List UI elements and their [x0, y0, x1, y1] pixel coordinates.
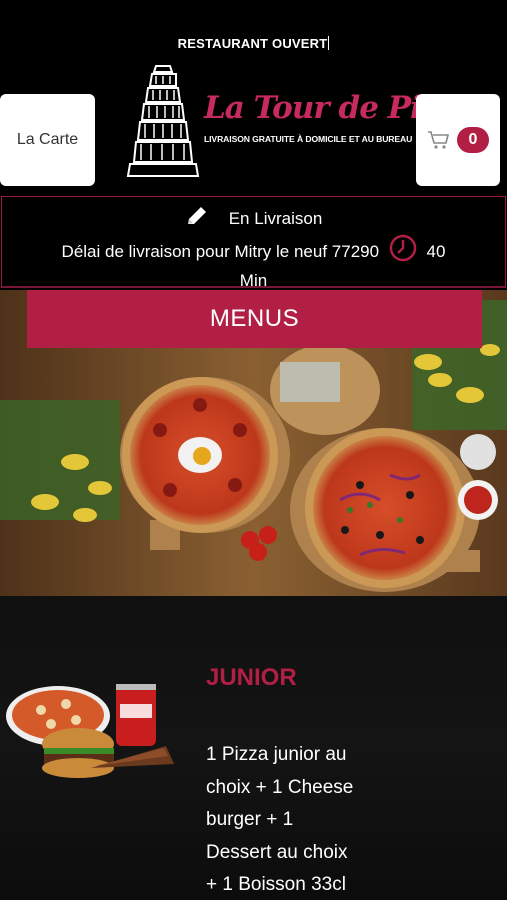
- pencil-icon[interactable]: [185, 205, 209, 227]
- text-caret: [328, 36, 330, 50]
- delivery-mode: En Livraison: [228, 209, 323, 228]
- delivery-delay-row: Délai de livraison pour Mitry le neuf 77…: [2, 233, 505, 295]
- brand-tagline: LIVRAISON GRATUITE À DOMICILE ET AU BURE…: [204, 134, 413, 144]
- menus-label: MENUS: [209, 305, 300, 332]
- menu-item-image: [6, 684, 174, 778]
- menu-item-title: JUNIOR: [206, 664, 297, 691]
- restaurant-status: RESTAURANT OUVERT: [0, 36, 507, 51]
- delivery-info-panel[interactable]: En Livraison Délai de livraison pour Mit…: [1, 196, 506, 290]
- la-carte-label: La Carte: [16, 131, 79, 148]
- delivery-mode-row[interactable]: En Livraison: [2, 205, 505, 229]
- menus-button[interactable]: MENUS: [27, 290, 482, 348]
- cart-button[interactable]: 0: [416, 94, 500, 186]
- menu-item-junior[interactable]: JUNIOR 1 Pizza junior au choix + 1 Chees…: [0, 596, 507, 900]
- clock-icon: [389, 234, 417, 262]
- delivery-time-value: 40: [426, 242, 446, 261]
- cart-icon: [428, 131, 450, 149]
- menu-item-description: 1 Pizza junior au choix + 1 Cheese burge…: [206, 744, 354, 895]
- delivery-delay-text: Délai de livraison pour Mitry le neuf 77…: [61, 242, 380, 261]
- tower-logo-icon: [126, 65, 200, 177]
- status-text: RESTAURANT OUVERT: [177, 36, 328, 51]
- la-carte-button[interactable]: La Carte: [0, 94, 95, 186]
- restaurant-logo: La Tour de Pizz LIVRAISON GRATUITE À DOM…: [126, 62, 455, 180]
- delivery-time-unit: Min: [239, 271, 268, 290]
- cart-count-badge: 0: [457, 127, 489, 153]
